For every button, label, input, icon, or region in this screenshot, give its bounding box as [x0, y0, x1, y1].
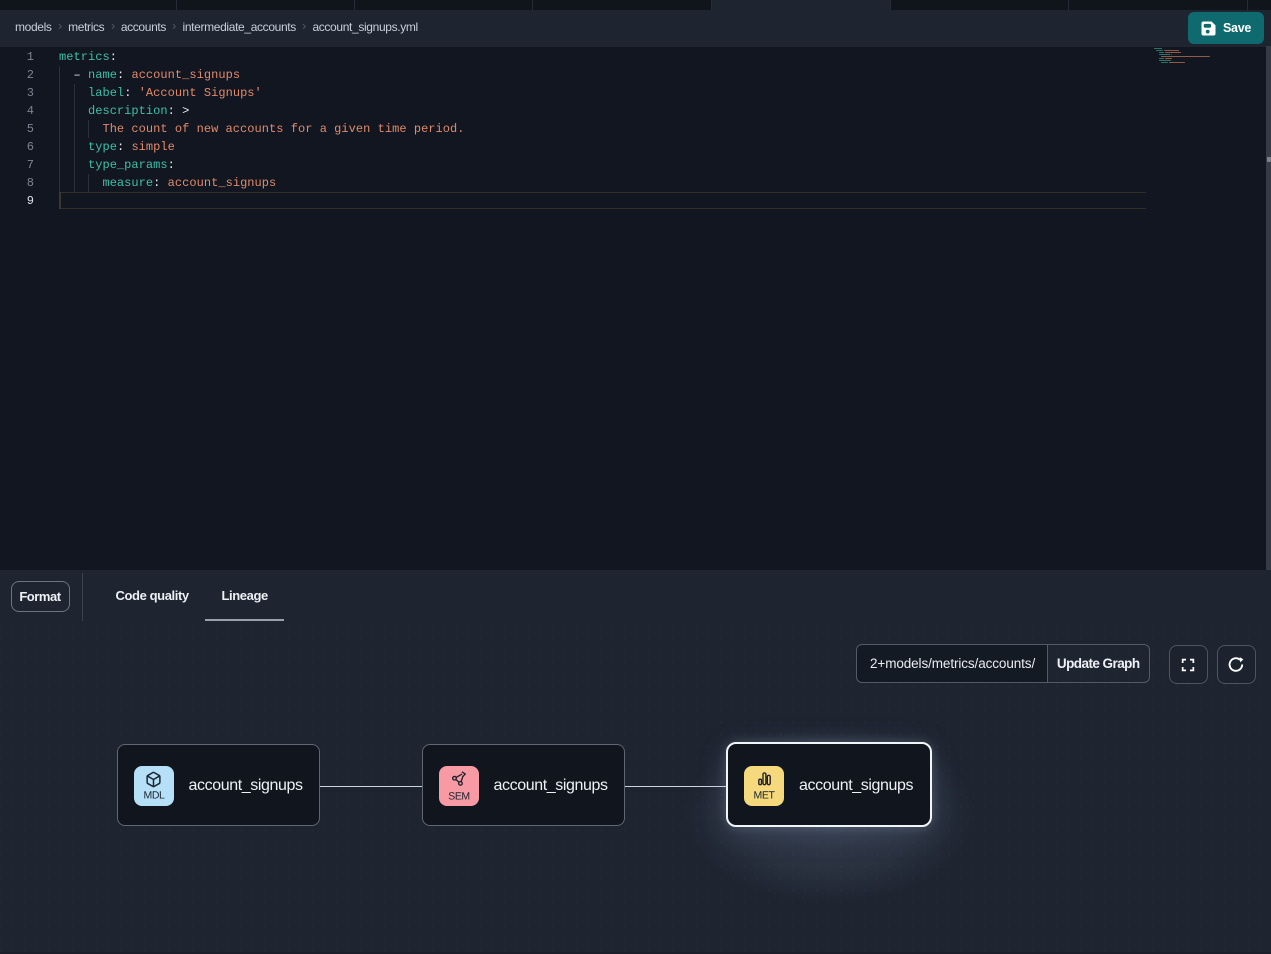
svg-text:MDL: MDL	[143, 789, 165, 800]
svg-text:MET: MET	[754, 789, 776, 800]
svg-text:SEM: SEM	[448, 790, 470, 801]
